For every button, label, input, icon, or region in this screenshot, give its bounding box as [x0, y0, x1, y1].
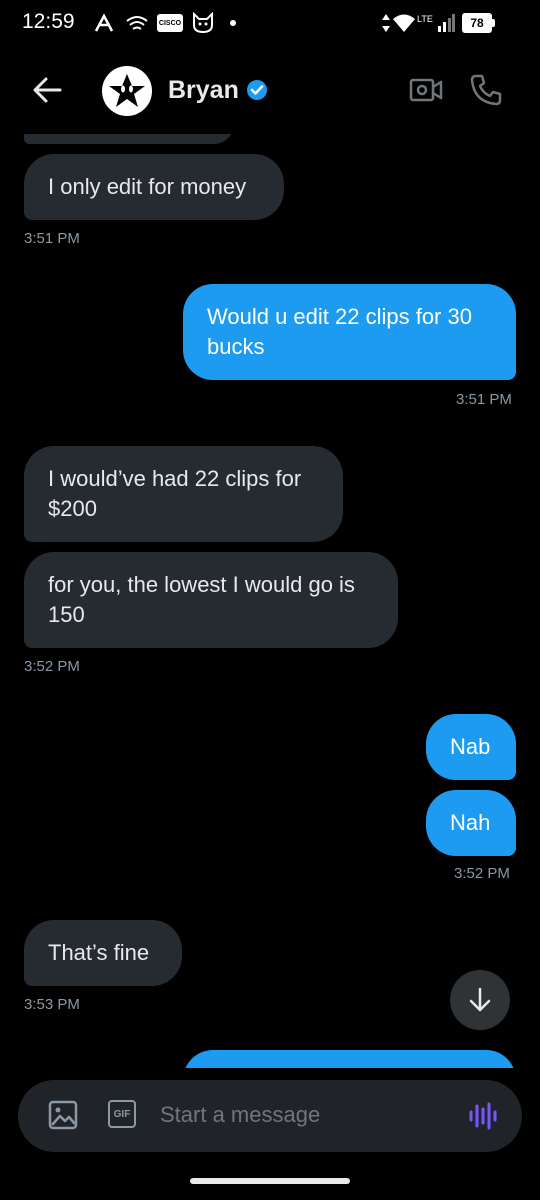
message-bubble-incoming[interactable]: for you, the lowest I would go is 150: [24, 552, 398, 648]
back-arrow-icon[interactable]: [28, 70, 68, 110]
message-timestamp: 3:53 PM: [24, 996, 80, 1013]
cisco-label: CISCO: [157, 14, 183, 32]
message-bubble-incoming[interactable]: That’s fine: [24, 920, 182, 986]
message-text: Would u edit 22 clips for 30 bucks: [207, 304, 472, 359]
message-bubble-incoming[interactable]: I would’ve had 22 clips for $200: [24, 446, 343, 542]
wifi-icon: [392, 11, 416, 35]
battery-level: 78: [462, 13, 492, 33]
phone-call-icon[interactable]: [468, 72, 504, 108]
conversation-header: Bryan: [0, 48, 540, 134]
message-text: I would’ve had 22 clips for $200: [48, 466, 302, 521]
message-timestamp: 3:51 PM: [24, 230, 80, 247]
cat-app-icon: [190, 11, 216, 35]
status-time: 12:59: [22, 10, 75, 33]
message-composer: GIF Start a message: [18, 1080, 522, 1152]
image-icon[interactable]: [48, 1100, 80, 1132]
gif-label: GIF: [108, 1100, 136, 1128]
video-call-icon[interactable]: [408, 74, 444, 106]
message-bubble-outgoing[interactable]: Nah: [426, 790, 516, 856]
message-timestamp: 3:52 PM: [24, 658, 80, 675]
wifi-call-icon: [124, 11, 150, 35]
message-bubble-incoming[interactable]: I only edit for money: [24, 154, 284, 220]
message-timestamp: 3:52 PM: [454, 865, 510, 882]
battery-tip: [492, 19, 495, 27]
gif-icon[interactable]: GIF: [108, 1100, 140, 1132]
data-arrows-icon: [380, 11, 392, 35]
scroll-to-bottom-button[interactable]: [450, 970, 510, 1030]
message-bubble-partial[interactable]: [24, 134, 234, 144]
app-notification-icon: [92, 11, 116, 35]
message-thread[interactable]: I only edit for money 3:51 PM Would u ed…: [0, 134, 540, 1068]
cisco-icon: CISCO: [156, 11, 184, 35]
contact-avatar[interactable]: [102, 66, 152, 116]
status-bar: 12:59 CISCO LTE 78: [0, 0, 540, 48]
home-indicator[interactable]: [190, 1178, 350, 1184]
message-text: That’s fine: [48, 940, 150, 965]
message-input[interactable]: Start a message: [160, 1102, 320, 1128]
star-avatar-icon: [109, 74, 145, 107]
message-text: Nab: [450, 734, 491, 759]
verified-badge-icon: [246, 79, 268, 101]
message-text: I only edit for money: [48, 174, 247, 199]
voice-message-icon[interactable]: [466, 1100, 498, 1132]
message-text: Nah: [450, 810, 491, 835]
message-text: for you, the lowest I would go is 150: [48, 572, 355, 627]
message-bubble-outgoing[interactable]: Nab: [426, 714, 516, 780]
message-bubble-outgoing[interactable]: Would u edit 22 clips for 30 bucks: [183, 284, 516, 380]
message-timestamp: 3:51 PM: [456, 391, 512, 408]
message-bubble-outgoing-partial[interactable]: [183, 1050, 516, 1068]
more-notifications-icon: [228, 11, 238, 35]
signal-icon: [436, 11, 456, 35]
lte-label: LTE: [417, 14, 433, 24]
contact-name[interactable]: Bryan: [168, 76, 239, 105]
arrow-down-icon: [469, 987, 491, 1012]
